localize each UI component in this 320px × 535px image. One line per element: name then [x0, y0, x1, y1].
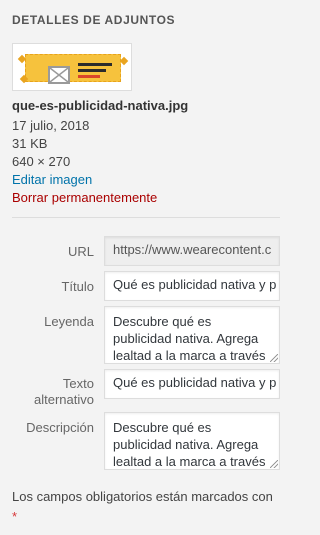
- thumbnail-text-line: [78, 63, 112, 66]
- sparkle-icon: [119, 56, 129, 66]
- thumbnail-text-line: [78, 69, 106, 72]
- edit-image-link[interactable]: Editar imagen: [12, 172, 92, 187]
- required-fields-note: Los campos obligatorios están marcados c…: [12, 487, 280, 527]
- alt-text-label-line2: alternativo: [34, 392, 94, 407]
- attachment-date: 17 julio, 2018: [12, 118, 90, 133]
- thumbnail-text-line: [78, 75, 100, 78]
- caption-field[interactable]: [104, 306, 280, 364]
- resize-handle-icon[interactable]: [270, 460, 278, 468]
- thumbnail-banner: [25, 54, 121, 84]
- alt-text-label-line1: Texto: [62, 376, 94, 391]
- attachment-thumbnail[interactable]: [12, 43, 132, 91]
- image-placeholder-icon: [48, 66, 70, 84]
- description-field[interactable]: [104, 412, 280, 470]
- title-label: Título: [61, 279, 94, 294]
- alt-text-field[interactable]: Qué es publicidad nativa y p: [104, 369, 280, 399]
- section-title: DETALLES DE ADJUNTOS: [12, 13, 176, 27]
- required-star: *: [12, 509, 18, 524]
- required-note-text: Los campos obligatorios están marcados c…: [12, 489, 273, 504]
- alt-text-label: Texto alternativo: [4, 376, 94, 408]
- attachment-filename: que-es-publicidad-nativa.jpg: [12, 98, 189, 113]
- caption-label: Leyenda: [44, 314, 94, 329]
- title-field[interactable]: Qué es publicidad nativa y p: [104, 271, 280, 301]
- url-field[interactable]: https://www.wearecontent.c: [104, 236, 280, 266]
- attachment-dimensions: 640 × 270: [12, 154, 71, 169]
- attachment-filesize: 31 KB: [12, 136, 48, 151]
- url-label: URL: [67, 244, 94, 259]
- divider: [12, 217, 280, 218]
- description-label: Descripción: [26, 420, 94, 435]
- resize-handle-icon[interactable]: [270, 354, 278, 362]
- delete-permanently-link[interactable]: Borrar permanentemente: [12, 190, 157, 205]
